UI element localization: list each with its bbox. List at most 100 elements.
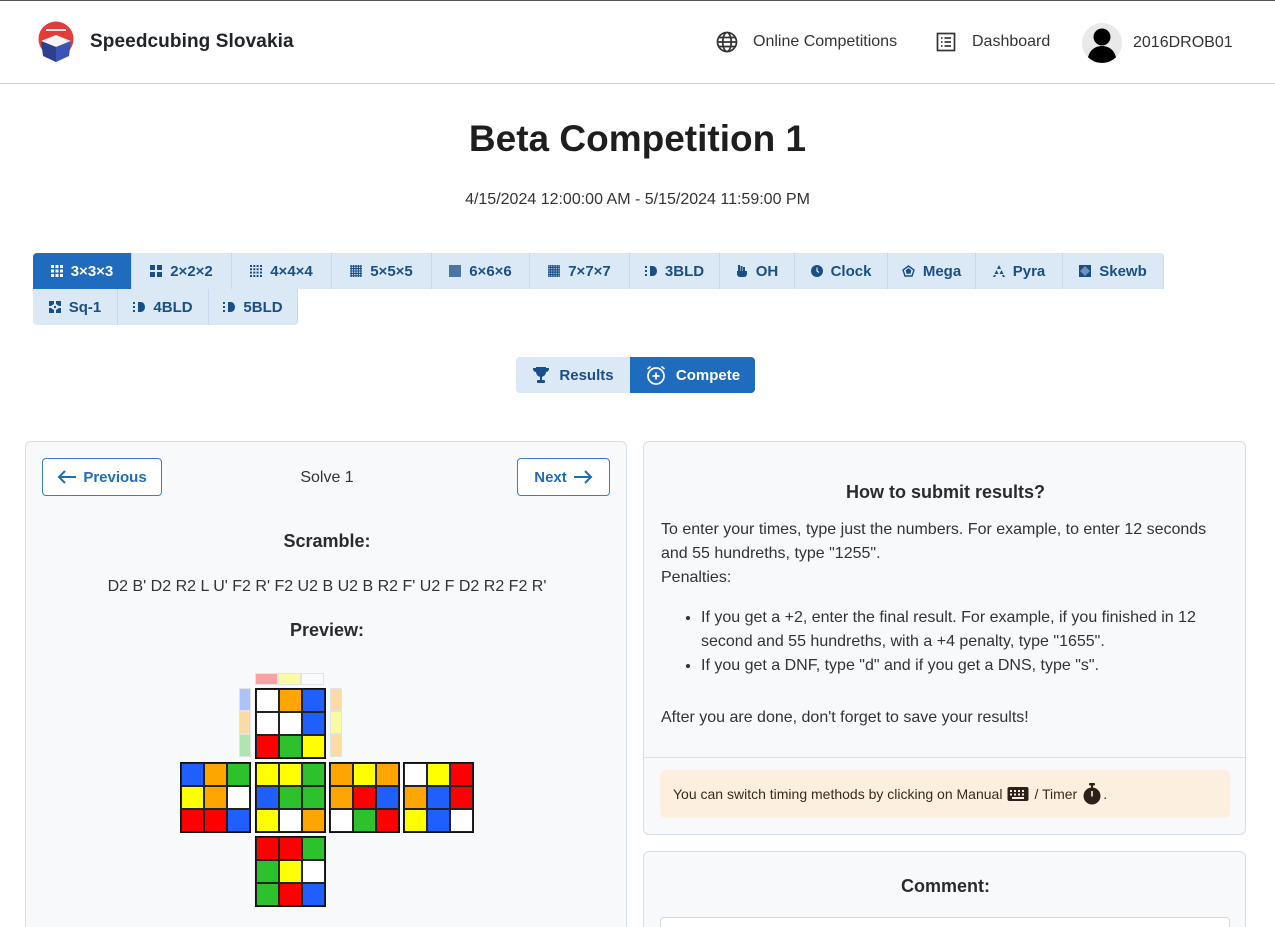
- tab-label: 5BLD: [243, 298, 283, 316]
- tab-event-oh[interactable]: OH: [720, 253, 795, 289]
- brand-logo-icon: [37, 21, 75, 63]
- tab-event-444[interactable]: 4×4×4: [232, 253, 332, 289]
- trophy-icon: [532, 366, 550, 384]
- cube-sticker: [204, 809, 227, 832]
- cube-sticker: [302, 689, 325, 712]
- nav-dashboard-label: Dashboard: [972, 33, 1051, 50]
- instructions-intro: To enter your times, type just the numbe…: [661, 521, 1207, 562]
- tab-event-3bld[interactable]: 3BLD: [630, 253, 720, 289]
- cube-sticker: [330, 786, 353, 809]
- cube-sticker: [279, 786, 302, 809]
- compete-button[interactable]: Compete: [630, 357, 755, 393]
- tab-label: Mega: [922, 262, 962, 280]
- tab-event-222[interactable]: 2×2×2: [132, 253, 232, 289]
- cube-sticker: [279, 712, 302, 735]
- cube-sticker: [427, 763, 450, 786]
- tab-event-pyra[interactable]: Pyra: [976, 253, 1063, 289]
- megaminx-icon: [902, 265, 915, 277]
- cube-sticker: [302, 860, 325, 883]
- instructions-reminder: After you are done, don't forget to save…: [661, 709, 1029, 726]
- cube-sticker: [256, 837, 279, 860]
- nav-online-competitions[interactable]: Online Competitions: [715, 30, 897, 54]
- results-label: Results: [559, 366, 614, 384]
- tab-event-333[interactable]: 3×3×3: [33, 253, 132, 289]
- square1-icon: [48, 301, 61, 313]
- list-item: If you get a DNF, type "d" and if you ge…: [701, 654, 1236, 678]
- cube-sticker: [302, 837, 325, 860]
- grid-2x2-icon: [150, 265, 163, 277]
- cube-sticker: [239, 711, 251, 734]
- cube-sticker: [227, 763, 250, 786]
- cube-sticker: [353, 809, 376, 832]
- cube-edge-strip: [239, 688, 251, 757]
- cube-sticker: [256, 735, 279, 758]
- tab-event-5bld[interactable]: 5BLD: [209, 289, 298, 325]
- tab-event-sq1[interactable]: Sq-1: [33, 289, 118, 325]
- cube-face-U: [255, 688, 326, 759]
- cube-sticker: [204, 786, 227, 809]
- comment-card: Comment:: [643, 851, 1246, 927]
- tab-label: Pyra: [1012, 262, 1046, 280]
- cube-sticker: [376, 763, 399, 786]
- nav-user-menu[interactable]: 2016DROB01: [1082, 23, 1233, 63]
- cube-sticker: [376, 786, 399, 809]
- comment-textarea[interactable]: [660, 917, 1230, 927]
- grid-4x4-icon: [250, 265, 263, 277]
- tab-event-mega[interactable]: Mega: [888, 253, 976, 289]
- penalties-list: If you get a +2, enter the final result.…: [701, 606, 1236, 678]
- nav-username: 2016DROB01: [1133, 34, 1233, 51]
- tab-event-555[interactable]: 5×5×5: [332, 253, 432, 289]
- tab-label: 4×4×4: [270, 262, 313, 280]
- cube-face-R: [329, 762, 400, 833]
- stopwatch-icon[interactable]: [1082, 783, 1102, 805]
- comment-title: Comment:: [901, 876, 990, 896]
- cube-sticker: [376, 809, 399, 832]
- cube-sticker: [227, 809, 250, 832]
- grid-6x6-icon: [449, 265, 462, 277]
- nav-online-competitions-label: Online Competitions: [753, 33, 898, 50]
- blindfold-icon: [223, 301, 236, 313]
- tab-label: 2×2×2: [170, 262, 213, 280]
- tab-event-skewb[interactable]: Skewb: [1063, 253, 1164, 289]
- cube-sticker: [450, 786, 473, 809]
- divider: [644, 757, 1245, 758]
- tab-event-4bld[interactable]: 4BLD: [118, 289, 209, 325]
- cube-sticker: [256, 786, 279, 809]
- cube-sticker: [404, 763, 427, 786]
- cube-sticker: [204, 763, 227, 786]
- brand-link[interactable]: Speedcubing Slovakia: [37, 21, 294, 63]
- tab-label: 7×7×7: [568, 262, 611, 280]
- cube-sticker: [278, 673, 301, 685]
- cube-sticker: [404, 809, 427, 832]
- tab-label: 6×6×6: [469, 262, 512, 280]
- tab-event-666[interactable]: 6×6×6: [432, 253, 530, 289]
- cube-sticker: [302, 763, 325, 786]
- tab-event-clock[interactable]: Clock: [795, 253, 888, 289]
- grid-5x5-icon: [350, 265, 363, 277]
- results-button[interactable]: Results: [516, 357, 630, 393]
- cube-sticker: [450, 763, 473, 786]
- keyboard-icon[interactable]: [1007, 786, 1029, 802]
- cube-sticker: [279, 689, 302, 712]
- tab-event-777[interactable]: 7×7×7: [530, 253, 630, 289]
- competition-dates: 4/15/2024 12:00:00 AM - 5/15/2024 11:59:…: [465, 191, 810, 208]
- cube-sticker: [302, 883, 325, 906]
- cube-sticker: [279, 735, 302, 758]
- list-icon: [934, 30, 958, 54]
- tip-text-end: .: [1103, 786, 1108, 802]
- cube-sticker: [227, 786, 250, 809]
- tab-label: 4BLD: [153, 298, 193, 316]
- cube-sticker: [450, 809, 473, 832]
- tab-label: Sq-1: [68, 298, 102, 316]
- cube-sticker: [181, 809, 204, 832]
- cube-face-D: [255, 836, 326, 907]
- blindfold-icon: [644, 265, 657, 277]
- tab-label: Clock: [830, 262, 872, 280]
- hand-icon: [736, 265, 748, 277]
- brand-title: Speedcubing Slovakia: [90, 31, 294, 52]
- cube-face-L: [180, 762, 251, 833]
- cube-sticker: [353, 763, 376, 786]
- cube-sticker: [302, 735, 325, 758]
- nav-dashboard[interactable]: Dashboard: [934, 30, 1050, 54]
- tab-label: 3BLD: [664, 262, 705, 280]
